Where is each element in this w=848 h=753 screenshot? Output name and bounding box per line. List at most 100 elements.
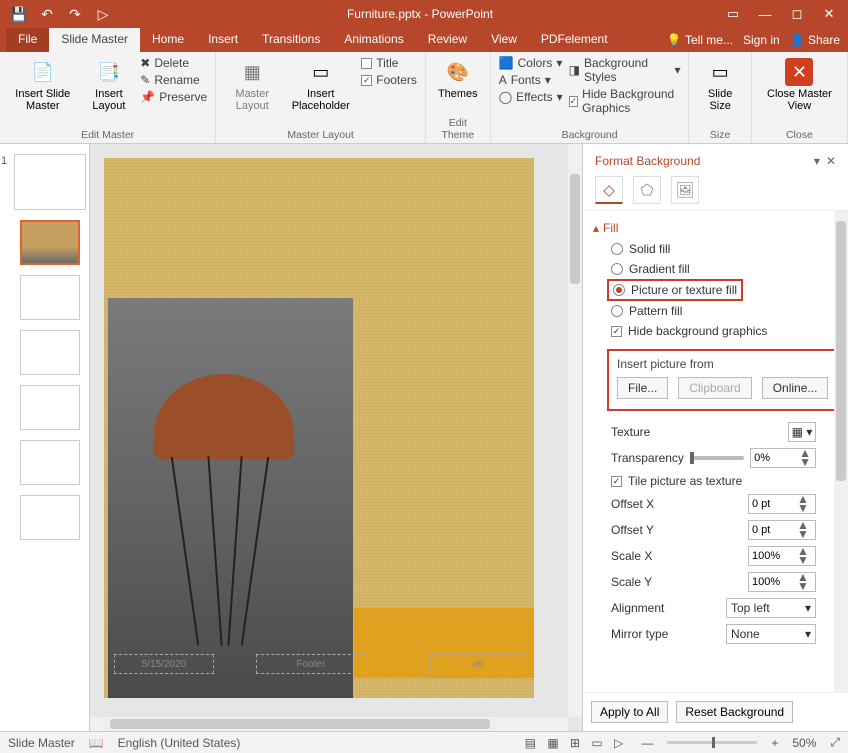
start-from-beginning-icon[interactable]: ▷	[92, 3, 114, 25]
delete-button[interactable]: ✖Delete	[140, 56, 207, 70]
insert-placeholder-button[interactable]: ▭Insert Placeholder	[286, 56, 355, 127]
fill-tab-icon[interactable]: ◇	[595, 176, 623, 204]
footer-placeholder[interactable]: Footer	[256, 654, 366, 674]
file-button[interactable]: File...	[617, 377, 668, 399]
save-icon[interactable]: 💾	[8, 3, 30, 25]
fill-section-header[interactable]: ▴ Fill	[593, 217, 838, 239]
pane-tabs: ◇ ⬠ 🖼	[583, 172, 848, 211]
sign-in[interactable]: Sign in	[743, 33, 780, 47]
online-button[interactable]: Online...	[762, 377, 829, 399]
pane-close-icon[interactable]: ✕	[826, 154, 836, 168]
layout-thumb[interactable]	[20, 385, 80, 430]
zoom-in-icon[interactable]: +	[771, 736, 778, 750]
insert-slide-master-button[interactable]: 📄Insert Slide Master	[8, 56, 78, 127]
insert-layout-button[interactable]: 📑Insert Layout	[84, 56, 135, 127]
transparency-input[interactable]: ▲▼	[750, 448, 816, 468]
themes-button[interactable]: 🎨Themes	[434, 56, 482, 115]
date-placeholder[interactable]: 5/15/2020	[114, 654, 214, 674]
title-bar: 💾 ↶ ↷ ▷ Furniture.pptx - PowerPoint ▭ — …	[0, 0, 848, 28]
spellcheck-icon[interactable]: 📖	[89, 736, 104, 750]
slide-size-button[interactable]: ▭Slide Size	[697, 56, 742, 127]
status-view: Slide Master	[8, 736, 75, 750]
redo-icon[interactable]: ↷	[64, 3, 86, 25]
reading-view-icon[interactable]: ▭	[587, 736, 606, 750]
pattern-fill-radio[interactable]: Pattern fill	[593, 301, 838, 321]
offset-x-input[interactable]: ▲▼	[748, 494, 816, 514]
layout-thumb[interactable]	[20, 495, 80, 540]
normal-view-icon[interactable]: ▦	[543, 736, 562, 750]
background-styles-button[interactable]: ◨Background Styles ▾	[569, 56, 681, 84]
notes-icon[interactable]: ▤	[521, 736, 540, 750]
layout-thumb[interactable]	[20, 330, 80, 375]
close-master-view-button[interactable]: ✕Close Master View	[760, 56, 839, 127]
slide-number-placeholder[interactable]: ‹#›	[430, 654, 526, 674]
layout-thumb[interactable]	[20, 275, 80, 320]
tile-picture-checkbox[interactable]: ✓Tile picture as texture	[593, 471, 838, 491]
layout-thumb[interactable]	[20, 440, 80, 485]
texture-picker[interactable]: ▦ ▾	[788, 422, 816, 442]
title-checkbox[interactable]: Title	[361, 56, 417, 70]
vertical-scrollbar[interactable]	[568, 144, 582, 717]
layout-thumb[interactable]	[20, 220, 80, 265]
photo-placeholder[interactable]	[108, 298, 353, 698]
tab-file[interactable]: File	[6, 28, 49, 52]
tab-pdfelement[interactable]: PDFelement	[529, 28, 620, 52]
pane-footer: Apply to All Reset Background	[583, 692, 848, 731]
fit-to-window-icon[interactable]: ⤢	[830, 735, 840, 750]
colors-button[interactable]: 🟦Colors ▾	[499, 56, 563, 70]
pane-options-icon[interactable]: ▾	[814, 154, 820, 168]
slidesorter-view-icon[interactable]: ⊞	[566, 736, 584, 750]
slideshow-view-icon[interactable]: ▷	[610, 736, 627, 750]
pane-scrollbar[interactable]	[834, 211, 848, 692]
picture-tab-icon[interactable]: 🖼	[671, 176, 699, 204]
picture-fill-radio[interactable]: Picture or texture fill	[607, 279, 743, 301]
placeholder-icon: ▭	[307, 58, 335, 86]
tab-view[interactable]: View	[479, 28, 529, 52]
offset-y-input[interactable]: ▲▼	[748, 520, 816, 540]
share-button[interactable]: 👤 Share	[790, 33, 840, 47]
canvas-area[interactable]: 5/15/2020 Footer ‹#›	[90, 144, 582, 731]
scale-y-input[interactable]: ▲▼	[748, 572, 816, 592]
fonts-icon: A	[499, 73, 507, 87]
slide-canvas[interactable]: 5/15/2020 Footer ‹#›	[104, 158, 534, 698]
offset-y-field: Offset Y▲▼	[593, 517, 838, 543]
zoom-out-icon[interactable]: —	[641, 736, 653, 750]
alignment-combo[interactable]: Top left▾	[726, 598, 816, 618]
status-language[interactable]: English (United States)	[118, 736, 241, 750]
fonts-button[interactable]: AFonts ▾	[499, 73, 563, 87]
tell-me[interactable]: 💡 Tell me...	[667, 33, 733, 47]
minimize-icon[interactable]: —	[750, 3, 780, 25]
master-thumb[interactable]: 1	[14, 154, 86, 210]
status-bar: Slide Master 📖 English (United States) ▤…	[0, 731, 848, 753]
maximize-icon[interactable]: ◻	[782, 3, 812, 25]
reset-background-button[interactable]: Reset Background	[676, 701, 793, 723]
preserve-button[interactable]: 📌Preserve	[140, 90, 207, 104]
solid-fill-radio[interactable]: Solid fill	[593, 239, 838, 259]
tab-animations[interactable]: Animations	[332, 28, 415, 52]
ribbon-options-icon[interactable]: ▭	[718, 3, 748, 25]
zoom-value[interactable]: 50%	[792, 736, 816, 750]
mirror-combo[interactable]: None▾	[726, 624, 816, 644]
horizontal-scrollbar[interactable]	[90, 717, 568, 731]
tab-review[interactable]: Review	[416, 28, 479, 52]
rename-button[interactable]: ✎Rename	[140, 73, 207, 87]
gradient-fill-radio[interactable]: Gradient fill	[593, 259, 838, 279]
apply-to-all-button[interactable]: Apply to All	[591, 701, 668, 723]
tab-slide-master[interactable]: Slide Master	[49, 28, 140, 52]
tab-home[interactable]: Home	[140, 28, 196, 52]
effects-tab-icon[interactable]: ⬠	[633, 176, 661, 204]
scale-x-input[interactable]: ▲▼	[748, 546, 816, 566]
close-window-icon[interactable]: ✕	[814, 3, 844, 25]
thumbnail-panel[interactable]: 1	[0, 144, 90, 731]
spin-down-icon[interactable]: ▼	[797, 458, 813, 467]
hide-bg-graphics-checkbox[interactable]: ✓Hide background graphics	[593, 321, 838, 341]
zoom-slider[interactable]	[667, 741, 757, 744]
transparency-slider[interactable]	[690, 456, 744, 460]
tab-transitions[interactable]: Transitions	[250, 28, 332, 52]
effects-button[interactable]: ◯Effects ▾	[499, 90, 563, 104]
tab-insert[interactable]: Insert	[196, 28, 250, 52]
group-size: ▭Slide Size Size	[689, 52, 751, 143]
hide-bg-graphics-checkbox[interactable]: ✓Hide Background Graphics	[569, 87, 681, 115]
footers-checkbox[interactable]: ✓Footers	[361, 73, 417, 87]
undo-icon[interactable]: ↶	[36, 3, 58, 25]
